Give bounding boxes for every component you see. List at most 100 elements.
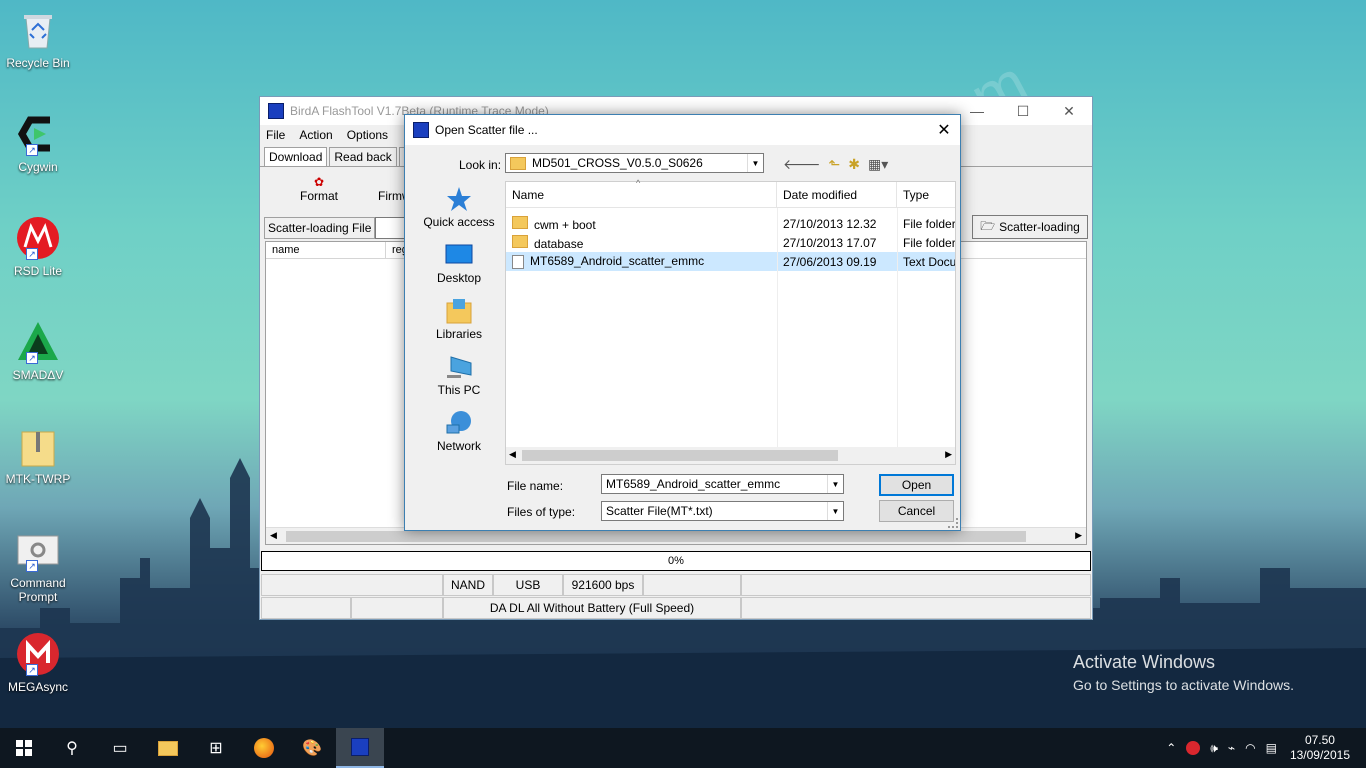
look-in-label: Look in: <box>459 158 502 172</box>
file-type-select[interactable]: Scatter File(MT*.txt) ▼ <box>601 501 844 521</box>
scroll-right-icon[interactable]: ▶ <box>1075 530 1082 541</box>
place-quick-access[interactable]: Quick access <box>413 185 505 237</box>
task-view-icon[interactable]: ▭ <box>96 728 144 768</box>
folder-icon <box>512 234 528 248</box>
column-date-modified[interactable]: Date modified <box>777 182 897 207</box>
scroll-thumb[interactable] <box>286 531 1026 542</box>
status-cell-empty <box>351 597 443 619</box>
flashtool-taskbar-icon[interactable] <box>336 728 384 768</box>
sort-up-icon: ^ <box>636 178 641 188</box>
status-baud: 921600 bps <box>563 574 643 596</box>
chevron-down-icon[interactable]: ▼ <box>827 502 843 520</box>
scroll-right-icon[interactable]: ▶ <box>945 449 952 460</box>
windows-logo-icon <box>16 740 32 756</box>
star-icon <box>445 185 473 213</box>
navigation-toolbar: 🡐 ⬑ ✱ ▦▾ <box>783 156 888 173</box>
app-icon <box>413 122 429 138</box>
desktop-icon-mtk-twrp[interactable]: MTK-TWRP <box>2 424 74 486</box>
tab-read-back[interactable]: Read back <box>329 147 397 166</box>
desktop-icon-megasync[interactable]: ↗ MEGAsync <box>2 632 74 694</box>
status-da-mode: DA DL All Without Battery (Full Speed) <box>443 597 741 619</box>
menu-action[interactable]: Action <box>299 128 332 142</box>
view-menu-icon[interactable]: ▦▾ <box>868 156 888 173</box>
desktop-icon-label: Command Prompt <box>10 576 66 604</box>
place-libraries[interactable]: Libraries <box>413 297 505 349</box>
horizontal-scrollbar[interactable]: ◀ ▶ <box>506 447 955 464</box>
clock[interactable]: 07.50 13/09/2015 <box>1290 733 1350 763</box>
tab-download[interactable]: Download <box>264 147 328 166</box>
folder-zip-icon <box>16 424 60 468</box>
list-item[interactable]: database 27/10/2013 17.07 File folder <box>506 233 955 252</box>
scroll-thumb[interactable] <box>522 450 838 461</box>
file-list-header: Name Date modified Type <box>506 182 955 208</box>
menu-file[interactable]: File <box>266 128 285 142</box>
libraries-icon <box>445 297 473 325</box>
resize-grip[interactable] <box>948 518 958 528</box>
recycle-bin-icon <box>16 8 60 52</box>
status-bar-1: NAND USB 921600 bps <box>261 574 1091 596</box>
progress-bar: 0% <box>261 551 1091 571</box>
new-folder-icon[interactable]: ✱ <box>848 156 860 173</box>
text-document-icon <box>512 254 524 269</box>
close-icon[interactable]: ✕ <box>1046 97 1092 125</box>
desktop-icon-command-prompt[interactable]: ↗ Command Prompt <box>2 528 74 604</box>
store-icon[interactable]: ⊞ <box>192 728 240 768</box>
column-divider <box>777 208 778 447</box>
wifi-icon[interactable]: ◠ <box>1245 741 1255 755</box>
place-this-pc[interactable]: This PC <box>413 353 505 405</box>
column-name[interactable]: Name <box>506 182 777 207</box>
mega-tray-icon[interactable] <box>1186 741 1201 755</box>
place-desktop[interactable]: Desktop <box>413 241 505 293</box>
folder-icon <box>510 156 526 170</box>
paint-icon[interactable]: 🎨 <box>288 728 336 768</box>
command-prompt-icon: ↗ <box>16 528 60 572</box>
open-scatter-dialog: Open Scatter file ... ✕ Look in: MD501_C… <box>404 114 961 531</box>
scroll-left-icon[interactable]: ◀ <box>270 530 277 541</box>
file-explorer-icon[interactable] <box>144 728 192 768</box>
folder-open-icon: 🗁 <box>980 218 996 233</box>
chevron-down-icon[interactable]: ▼ <box>747 154 763 172</box>
scatter-loading-button[interactable]: 🗁 Scatter-loading <box>972 215 1088 239</box>
desktop-icon-label: SMADΔV <box>12 368 64 382</box>
folder-icon <box>512 215 528 229</box>
desktop-icon <box>445 241 473 269</box>
look-in-combo[interactable]: MD501_CROSS_V0.5.0_S0626 ▼ <box>505 153 764 173</box>
search-icon[interactable]: ⚲ <box>48 728 96 768</box>
chevron-up-icon[interactable]: ⌃ <box>1166 741 1176 755</box>
network-tray-icon[interactable]: ⌁ <box>1228 741 1235 755</box>
desktop-icon-recycle-bin[interactable]: Recycle Bin <box>2 8 74 70</box>
open-button[interactable]: Open <box>879 474 954 496</box>
desktop-icon-rsd-lite[interactable]: ↗ RSD Lite <box>2 216 74 278</box>
up-folder-icon[interactable]: ⬑ <box>829 156 841 173</box>
motorola-icon: ↗ <box>16 216 60 260</box>
action-center-icon[interactable]: ▤ <box>1266 741 1277 755</box>
status-nand: NAND <box>443 574 493 596</box>
desktop-icon-label: Recycle Bin <box>6 56 70 70</box>
maximize-icon[interactable]: ☐ <box>1000 97 1046 125</box>
column-type[interactable]: Type <box>897 182 955 207</box>
desktop-icon-cygwin[interactable]: ↗ Cygwin <box>2 112 74 174</box>
scroll-left-icon[interactable]: ◀ <box>509 449 516 460</box>
status-cell-empty <box>261 574 443 596</box>
close-icon[interactable]: ✕ <box>928 115 960 145</box>
chevron-down-icon[interactable]: ▼ <box>827 475 843 493</box>
firefox-icon[interactable] <box>240 728 288 768</box>
dialog-titlebar[interactable]: Open Scatter file ... ✕ <box>405 115 960 145</box>
start-button[interactable] <box>0 728 48 768</box>
status-usb: USB <box>493 574 563 596</box>
desktop-icon-label: MTK-TWRP <box>5 472 71 486</box>
desktop-icon-smadav[interactable]: ↗ SMADΔV <box>2 320 74 382</box>
place-network[interactable]: Network <box>413 409 505 461</box>
volume-icon[interactable]: 🕪 <box>1210 741 1218 756</box>
file-name-input[interactable]: MT6589_Android_scatter_emmc ▼ <box>601 474 844 494</box>
format-button[interactable]: ✿ Format <box>300 175 338 203</box>
file-list[interactable]: Name Date modified Type ^ cwm + boot 27/… <box>505 178 956 465</box>
status-cell-empty <box>643 574 741 596</box>
column-name[interactable]: name <box>266 242 386 258</box>
back-arrow-icon[interactable]: 🡐 <box>783 156 821 173</box>
column-divider <box>897 208 898 447</box>
list-item-selected[interactable]: MT6589_Android_scatter_emmc 27/06/2013 0… <box>506 252 955 271</box>
cancel-button[interactable]: Cancel <box>879 500 954 522</box>
list-item[interactable]: cwm + boot 27/10/2013 12.32 File folder <box>506 214 955 233</box>
menu-options[interactable]: Options <box>347 128 388 142</box>
